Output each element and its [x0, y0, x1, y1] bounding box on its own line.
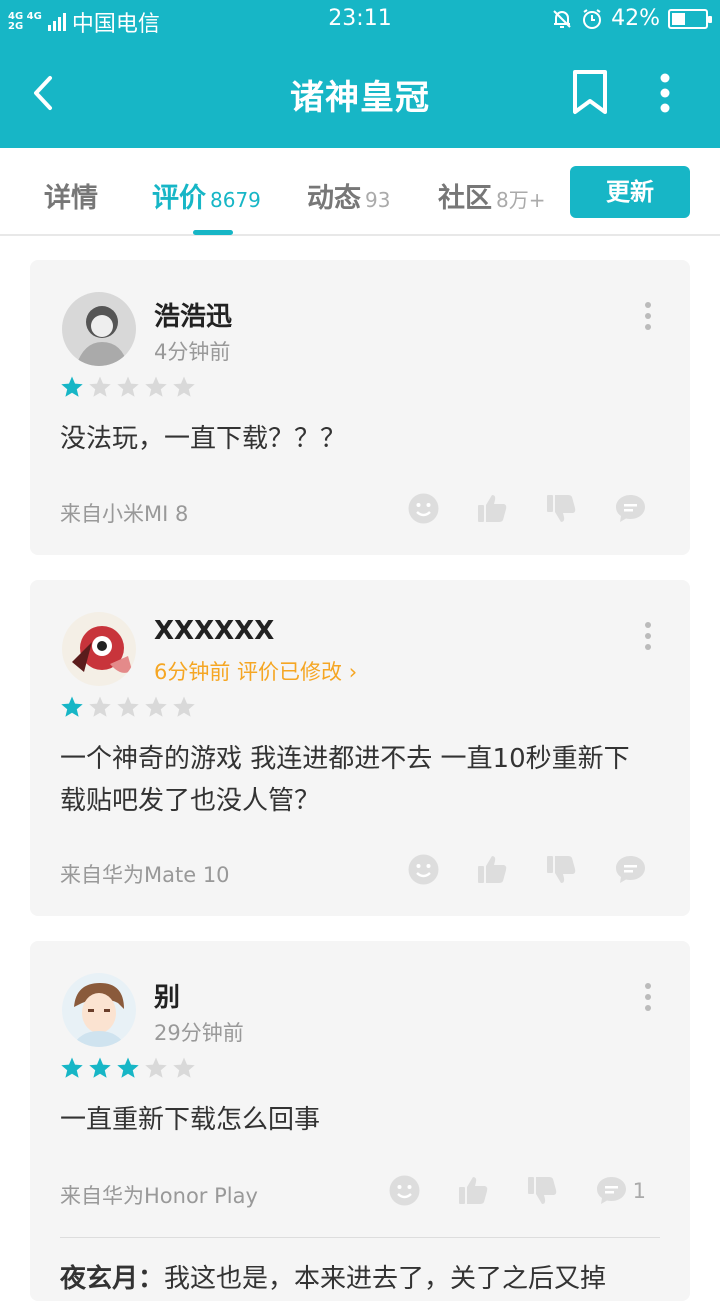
- emoji-icon[interactable]: [389, 1175, 420, 1206]
- star-rating: [60, 375, 196, 399]
- username[interactable]: 别: [154, 977, 180, 1014]
- star-rating: [60, 695, 196, 719]
- review-content: 一直重新下载怎么回事: [60, 1105, 321, 1135]
- avatar[interactable]: [62, 612, 136, 686]
- star-empty-icon: [145, 696, 167, 717]
- chevron-right-icon: ›: [348, 660, 358, 684]
- device-label: 来自小米MI 8: [60, 502, 189, 526]
- star-filled-icon: [89, 1057, 111, 1078]
- star-filled-icon: [61, 376, 83, 397]
- tab-details[interactable]: 详情: [44, 176, 98, 215]
- reply-preview[interactable]: 夜玄月：我这也是，本来进去了，关了之后又掉: [60, 1237, 660, 1295]
- username[interactable]: 浩浩迅: [154, 296, 232, 333]
- review-actions: [408, 493, 646, 524]
- update-button[interactable]: 更新: [570, 166, 690, 218]
- review-content: 没法玩，一直下载？？？: [60, 424, 347, 454]
- emoji-icon[interactable]: [408, 854, 439, 885]
- review-time[interactable]: 6分钟前 评价已修改 ›: [154, 656, 357, 686]
- emoji-icon[interactable]: [408, 493, 439, 524]
- thumbs-down-icon[interactable]: [546, 493, 577, 524]
- mute-bell-icon: [553, 9, 571, 28]
- more-options-icon[interactable]: [642, 302, 654, 332]
- star-rating: [60, 1056, 196, 1080]
- more-options-icon[interactable]: [642, 983, 654, 1013]
- review-time: 29分钟前: [154, 1021, 244, 1045]
- more-vertical-icon[interactable]: [650, 70, 680, 118]
- avatar[interactable]: [62, 973, 136, 1047]
- thumbs-down-icon[interactable]: [527, 1175, 558, 1206]
- tab-activity[interactable]: 动态 93: [307, 176, 390, 215]
- star-filled-icon: [61, 696, 83, 717]
- review-content: 一个神奇的游戏 我连进都进不去 一直10秒重新下载贴吧发了也没人管？: [60, 744, 630, 816]
- star-empty-icon: [117, 696, 139, 717]
- active-tab-indicator: [193, 230, 233, 235]
- comment-count: 1: [632, 1178, 646, 1203]
- device-label: 来自华为Honor Play: [60, 1184, 258, 1208]
- star-empty-icon: [173, 696, 195, 717]
- review-card: 浩浩迅 4分钟前 没法玩，一直下载？？？ 来自小米MI 8: [30, 260, 690, 555]
- reply-text: 我这也是，本来进去了，关了之后又掉: [164, 1264, 607, 1294]
- page-title: 诸神皇冠: [290, 78, 430, 118]
- comment-icon[interactable]: [615, 854, 646, 885]
- star-empty-icon: [173, 376, 195, 397]
- thumbs-up-icon[interactable]: [477, 493, 508, 524]
- status-bar: 4G 4G 2G 中国电信 23:11 42%: [0, 0, 720, 38]
- tab-reviews[interactable]: 评价 8679: [152, 176, 261, 215]
- avatar[interactable]: [62, 292, 136, 366]
- review-card: 别 29分钟前 一直重新下载怎么回事 来自华为Honor Play 1 夜玄月：…: [30, 941, 690, 1301]
- star-empty-icon: [173, 1057, 195, 1078]
- bookmark-icon[interactable]: [570, 68, 610, 116]
- star-filled-icon: [117, 1057, 139, 1078]
- tab-community[interactable]: 社区 8万+: [438, 176, 545, 215]
- star-empty-icon: [89, 696, 111, 717]
- star-filled-icon: [61, 1057, 83, 1078]
- thumbs-down-icon[interactable]: [546, 854, 577, 885]
- review-actions: 1: [389, 1175, 646, 1206]
- star-empty-icon: [117, 376, 139, 397]
- comment-icon[interactable]: 1: [596, 1175, 646, 1206]
- star-empty-icon: [145, 376, 167, 397]
- review-card: XXXXXX 6分钟前 评价已修改 › 一个神奇的游戏 我连进都进不去 一直10…: [30, 580, 690, 916]
- device-label: 来自华为Mate 10: [60, 863, 230, 887]
- more-options-icon[interactable]: [642, 622, 654, 652]
- review-time: 4分钟前: [154, 340, 231, 364]
- tab-bar: 详情 评价 8679 动态 93 社区 8万+ 更新: [0, 148, 720, 236]
- battery-percent: 42%: [611, 6, 660, 31]
- username[interactable]: XXXXXX: [154, 616, 274, 646]
- thumbs-up-icon[interactable]: [458, 1175, 489, 1206]
- star-empty-icon: [145, 1057, 167, 1078]
- thumbs-up-icon[interactable]: [477, 854, 508, 885]
- alarm-icon: [583, 8, 602, 29]
- review-actions: [408, 854, 646, 885]
- app-bar: 4G 4G 2G 中国电信 23:11 42% 诸神皇冠: [0, 0, 720, 148]
- comment-icon[interactable]: [615, 493, 646, 524]
- battery-icon: [668, 8, 712, 29]
- star-empty-icon: [89, 376, 111, 397]
- reply-username[interactable]: 夜玄月：: [60, 1264, 164, 1294]
